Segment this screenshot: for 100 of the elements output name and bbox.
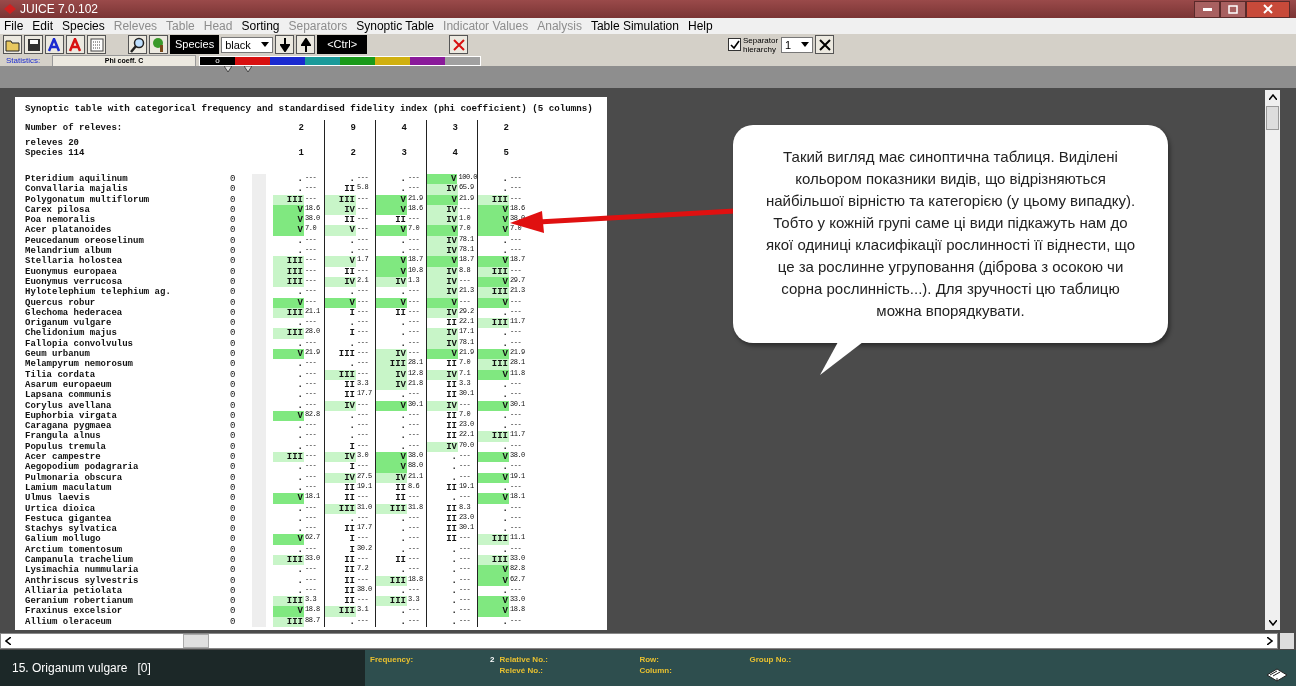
species-value: 0 [230,184,237,195]
species-name: Corylus avellana [25,400,113,411]
species-value: 0 [230,235,237,247]
hierarchy-dropdown[interactable]: 1 [781,36,813,53]
species-value: 0 [230,225,237,236]
open-folder-button[interactable] [3,35,22,54]
frequency-class: . [296,441,304,452]
frequency-class: . [296,513,304,525]
frequency-class: . [296,524,304,535]
species-name: Polygonatum multiflorum [25,194,151,205]
frequency-class: V [478,493,509,504]
frequency-class: . [399,390,407,401]
frequency-class: . [399,338,407,350]
tree-button[interactable] [149,35,168,54]
species-name: Melandrium album [25,246,112,257]
menu-item[interactable]: Sorting [241,19,280,33]
maximize-button[interactable] [1220,0,1246,18]
book-icon[interactable] [1266,666,1288,682]
scroll-right-icon[interactable] [1267,637,1273,645]
color-swatch[interactable] [235,56,270,65]
color-swatch[interactable] [270,56,305,65]
species-name: Urtica dioica [25,503,97,514]
frequency-class: IV [427,369,458,380]
frequency-class: . [399,287,407,298]
color-swatch[interactable] [445,56,480,65]
delete-button[interactable] [449,35,469,54]
frequency-class: IV [427,441,458,452]
frequency-class: . [450,452,458,463]
frequency-class: III [273,307,304,319]
minimize-button[interactable] [1194,0,1220,18]
frequency-class: . [399,606,407,617]
separator-checkbox[interactable] [728,38,741,51]
scroll-down-icon[interactable] [1268,620,1277,626]
species-name: Alliaria petiolata [25,585,124,596]
font-button[interactable] [45,35,64,54]
frequency-class: V [427,297,458,308]
scroll-up-icon[interactable] [1268,94,1277,100]
menu-item[interactable]: Species [62,19,105,33]
frequency-class: . [296,431,304,442]
menu-item[interactable]: Help [687,19,713,33]
info-line: Species 114 [25,148,86,159]
frequency-class: . [296,400,304,411]
list-button[interactable] [87,35,106,54]
frequency-class: II [343,184,356,195]
menu-item[interactable]: Edit [32,19,54,33]
frequency-class: . [501,616,509,628]
frequency-class: V [273,493,304,504]
scroll-thumb[interactable] [1266,106,1279,130]
frequency-class: V [273,349,304,360]
color-swatch[interactable]: o [200,56,235,65]
frequency-class: IV [427,266,458,277]
close-icon [1263,4,1273,14]
move-up-button[interactable] [296,35,316,54]
font-highlight-button[interactable] [66,35,85,54]
search-button[interactable] [128,35,147,54]
menu-item[interactable]: Synoptic Table [356,19,435,33]
save-button[interactable] [24,35,43,54]
move-down-button[interactable] [275,35,295,54]
menu-item[interactable]: File [4,19,24,33]
frequency-class: III [273,256,304,267]
horizontal-scrollbar[interactable] [0,633,1278,649]
color-dropdown[interactable]: black [221,36,274,53]
scroll-thumb[interactable] [183,634,209,648]
frequency-class: II [445,534,458,545]
frequency-class: . [348,359,356,370]
vertical-scrollbar[interactable] [1265,90,1280,630]
frequency-class: . [296,585,304,597]
color-swatch[interactable] [340,56,375,65]
frequency-class: . [501,482,509,494]
frequency-class: . [399,174,407,185]
releve-count: 2 [502,122,509,135]
close-button[interactable] [1246,0,1290,18]
frequency-class: V [478,297,509,308]
frequency-class: . [450,565,458,576]
color-swatch[interactable] [375,56,410,65]
column-number: 5 [502,148,509,159]
frequency-class: II [343,585,356,597]
frequency-class: IV [376,349,407,360]
group-label: Group No.: [749,654,793,665]
scroll-left-icon[interactable] [5,637,11,645]
species-value: 0 [230,318,237,329]
color-swatch[interactable] [410,56,445,65]
menu-item[interactable]: Table Simulation [590,19,679,33]
color-swatch[interactable] [305,56,340,65]
frequency-class: . [399,616,407,628]
species-name: Geranium robertianum [25,596,135,607]
frequency-class: II [394,215,407,226]
species-value: 0 [230,596,237,607]
frequency-class: . [348,616,356,628]
clear-button[interactable] [815,35,834,54]
frequency-class: . [296,246,304,257]
frequency-class: V [478,565,509,576]
frequency-class: I [348,534,356,545]
frequency-class: V [376,452,407,463]
frequency-class: . [348,431,356,442]
scrollbar-corner [1280,633,1294,649]
frequency-class: . [501,379,509,391]
frequency-class: III [273,616,304,628]
releve-count: 2 [297,122,304,135]
frequency-class: IV [427,400,458,411]
